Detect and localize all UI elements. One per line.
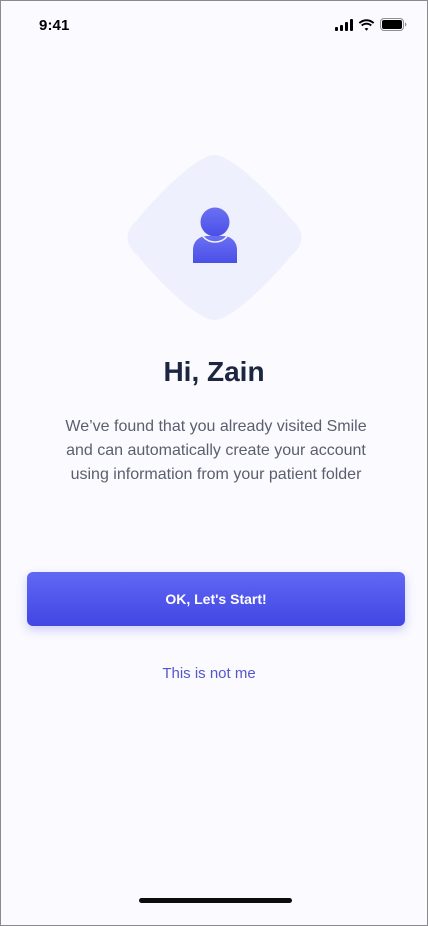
lets-start-button[interactable]: OK, Let's Start! bbox=[27, 572, 405, 626]
phone-screen: 9:41 Hi, Zain We’ve found that you alrea… bbox=[0, 0, 428, 926]
status-icons bbox=[335, 18, 407, 31]
greeting-title: Hi, Zain bbox=[163, 356, 265, 387]
status-time: 9:41 bbox=[39, 17, 70, 34]
home-indicator[interactable] bbox=[139, 898, 292, 903]
greeting-description: We’ve found that you already visited Smi… bbox=[65, 418, 367, 483]
lets-start-button-label: OK, Let's Start! bbox=[165, 591, 267, 607]
avatar-illustration bbox=[125, 149, 304, 326]
cellular-signal-icon bbox=[335, 18, 353, 31]
not-me-link[interactable]: This is not me bbox=[1, 665, 417, 682]
user-icon bbox=[193, 207, 237, 263]
battery-icon bbox=[380, 18, 407, 31]
wifi-icon bbox=[358, 18, 375, 31]
